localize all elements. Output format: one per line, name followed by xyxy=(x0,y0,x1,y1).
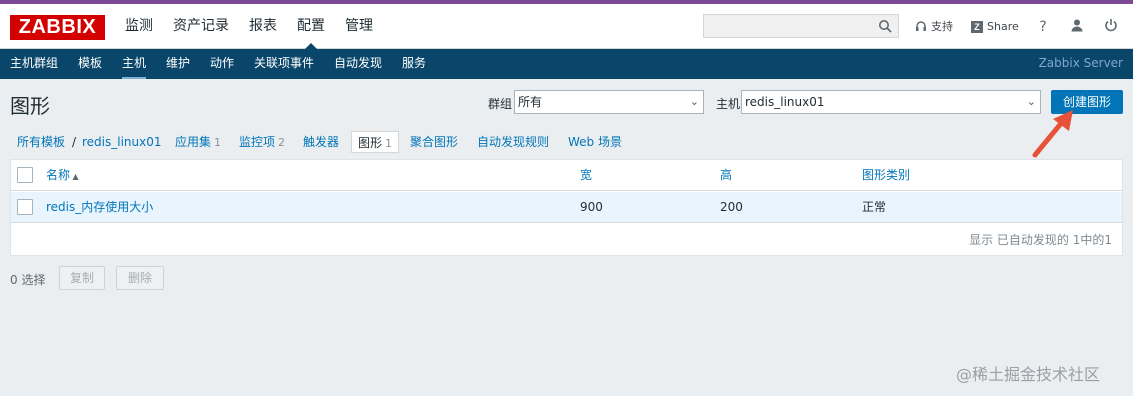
subnav-discovery[interactable]: 自动发现 xyxy=(334,49,382,77)
share-label: Share xyxy=(987,20,1019,33)
graph-type: 正常 xyxy=(862,200,887,214)
watermark: @稀土掘金技术社区 xyxy=(956,365,1101,384)
copy-button[interactable]: 复制 xyxy=(59,266,105,290)
select-all-checkbox[interactable] xyxy=(17,167,33,183)
table-header: 名称 宽 高 图形类别 xyxy=(11,160,1122,191)
graph-name-link[interactable]: redis_内存使用大小 xyxy=(46,192,153,223)
menu-inventory[interactable]: 资产记录 xyxy=(163,4,239,49)
page-title: 图形 xyxy=(10,94,50,118)
graph-width: 900 xyxy=(580,200,603,214)
menu-administration[interactable]: 管理 xyxy=(335,4,383,49)
graphs-table: 名称 宽 高 图形类别 redis_内存使用大小 900 200 正常 显示 已… xyxy=(10,159,1123,256)
delete-button[interactable]: 删除 xyxy=(116,266,164,290)
power-icon[interactable] xyxy=(1102,18,1120,36)
column-height[interactable]: 高 xyxy=(720,160,732,191)
subnav-actions[interactable]: 动作 xyxy=(210,49,234,77)
main-menu: 监测 资产记录 报表 配置 管理 xyxy=(115,4,383,49)
selected-count: 0 选择 xyxy=(10,273,46,287)
subnav-hosts[interactable]: 主机 xyxy=(122,49,147,79)
chevron-down-icon: ⌄ xyxy=(689,95,699,108)
subnav-services[interactable]: 服务 xyxy=(402,49,426,77)
search-input[interactable] xyxy=(703,14,899,38)
tab-all-templates[interactable]: 所有模板 xyxy=(17,131,65,153)
subnav-host-groups[interactable]: 主机群组 xyxy=(10,49,58,77)
tab-screens[interactable]: 聚合图形 xyxy=(410,131,458,153)
server-name: Zabbix Server xyxy=(1038,56,1123,70)
search-icon[interactable] xyxy=(878,19,892,33)
group-select-value: 所有 xyxy=(518,95,543,109)
tab-graphs[interactable]: 图形 1 xyxy=(351,131,400,153)
zshare-icon: Z xyxy=(971,21,983,33)
tab-host[interactable]: redis_linux01 xyxy=(82,131,162,153)
column-width[interactable]: 宽 xyxy=(580,160,592,191)
zabbix-logo[interactable]: ZABBIX xyxy=(10,15,105,40)
graph-height: 200 xyxy=(720,200,743,214)
subnav-event-correlation[interactable]: 关联项事件 xyxy=(254,49,314,77)
row-checkbox[interactable] xyxy=(17,199,33,215)
tab-items[interactable]: 监控项 2 xyxy=(239,131,285,153)
menu-monitoring[interactable]: 监测 xyxy=(115,4,163,49)
tab-triggers[interactable]: 触发器 xyxy=(303,131,339,153)
user-icon[interactable] xyxy=(1068,18,1086,36)
host-select[interactable]: redis_linux01 ⌄ xyxy=(741,90,1041,114)
host-filter-label: 主机 xyxy=(716,97,741,111)
group-filter-label: 群组 xyxy=(488,97,513,111)
table-row: redis_内存使用大小 900 200 正常 xyxy=(11,192,1122,223)
menu-configuration[interactable]: 配置 xyxy=(287,4,335,49)
menu-reports[interactable]: 报表 xyxy=(239,4,287,49)
subnav-templates[interactable]: 模板 xyxy=(78,49,102,77)
sub-navigation: 主机群组 模板 主机 维护 动作 关联项事件 自动发现 服务 Zabbix Se… xyxy=(0,49,1133,79)
host-select-value: redis_linux01 xyxy=(745,95,825,109)
share-link[interactable]: Z Share xyxy=(971,18,1019,36)
support-link[interactable]: 支持 xyxy=(915,18,953,36)
table-footer-info: 显示 已自动发现的 1中的1 xyxy=(969,233,1112,247)
annotation-arrow-icon xyxy=(1032,110,1073,158)
column-name[interactable]: 名称 xyxy=(46,160,79,192)
headset-icon xyxy=(916,21,926,31)
support-label: 支持 xyxy=(931,20,953,33)
help-icon[interactable]: ? xyxy=(1034,18,1052,36)
tab-discovery-rules[interactable]: 自动发现规则 xyxy=(477,131,549,153)
breadcrumb-separator: / xyxy=(72,135,77,149)
subnav-maintenance[interactable]: 维护 xyxy=(166,49,190,77)
column-graph-type[interactable]: 图形类别 xyxy=(862,160,910,191)
tab-web-scenarios[interactable]: Web 场景 xyxy=(568,131,622,153)
header: ZABBIX 监测 资产记录 报表 配置 管理 支持 Z Share ? xyxy=(0,4,1133,49)
group-select[interactable]: 所有 ⌄ xyxy=(514,90,704,114)
tab-applications[interactable]: 应用集 1 xyxy=(175,131,221,153)
